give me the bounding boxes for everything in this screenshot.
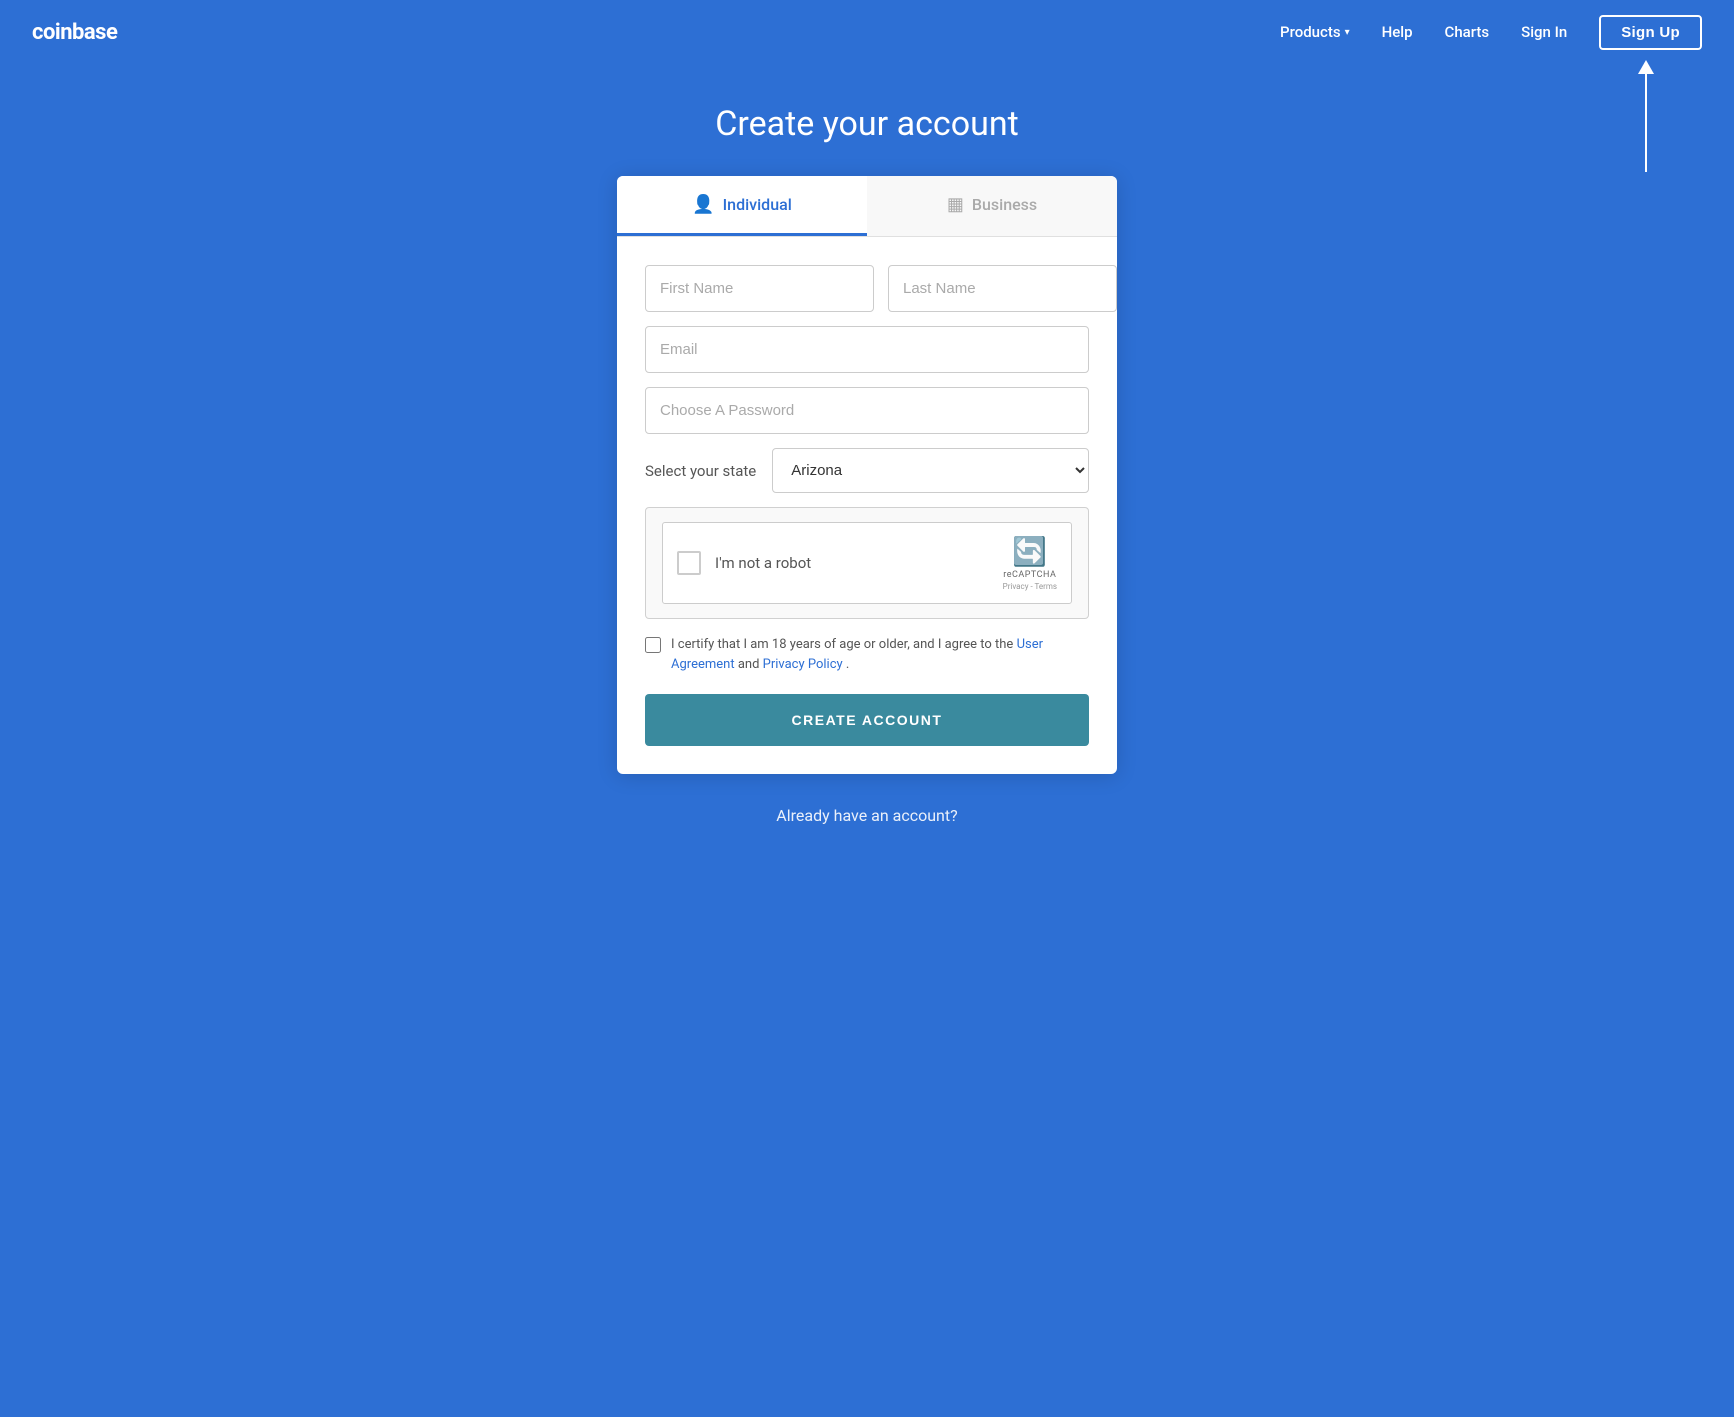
- privacy-policy-link[interactable]: Privacy Policy: [763, 657, 846, 672]
- nav-signin[interactable]: Sign In: [1521, 23, 1567, 41]
- terms-row: I certify that I am 18 years of age or o…: [645, 635, 1089, 674]
- terms-and: and: [738, 657, 760, 672]
- tab-individual[interactable]: 👤 Individual: [617, 176, 867, 236]
- nav-products[interactable]: Products ▾: [1280, 23, 1350, 41]
- captcha-text: I'm not a robot: [715, 554, 811, 572]
- state-select[interactable]: Arizona Alabama Alaska Arkansas Californ…: [772, 448, 1089, 493]
- nav-charts-label: Charts: [1445, 23, 1490, 41]
- nav-help-label: Help: [1382, 23, 1413, 41]
- individual-icon: 👤: [692, 194, 714, 215]
- page-title: Create your account: [715, 104, 1019, 144]
- state-label: Select your state: [645, 462, 756, 480]
- nav-links: Products ▾ Help Charts Sign In Sign Up: [1280, 15, 1702, 50]
- captcha-inner: I'm not a robot 🔄 reCAPTCHA Privacy - Te…: [662, 522, 1072, 604]
- signup-button[interactable]: Sign Up: [1599, 15, 1702, 50]
- password-field[interactable]: [645, 387, 1089, 434]
- nav-help[interactable]: Help: [1382, 23, 1413, 41]
- terms-text: I certify that I am 18 years of age or o…: [671, 635, 1089, 674]
- form-body: Select your state Arizona Alabama Alaska…: [617, 237, 1117, 774]
- nav-signin-label: Sign In: [1521, 23, 1567, 41]
- footer-text: Already have an account?: [776, 806, 957, 825]
- business-icon: ▦: [947, 194, 964, 215]
- captcha-wrapper: I'm not a robot 🔄 reCAPTCHA Privacy - Te…: [645, 507, 1089, 619]
- captcha-checkbox[interactable]: [677, 551, 701, 575]
- terms-text-1: I certify that I am 18 years of age or o…: [671, 637, 1013, 652]
- terms-checkbox[interactable]: [645, 637, 661, 653]
- recaptcha-logo-icon: 🔄: [1012, 535, 1047, 568]
- create-account-button[interactable]: CREATE ACCOUNT: [645, 694, 1089, 746]
- first-name-field[interactable]: [645, 265, 874, 312]
- chevron-down-icon: ▾: [1345, 27, 1350, 38]
- captcha-links: Privacy - Terms: [1003, 582, 1057, 591]
- captcha-right: 🔄 reCAPTCHA Privacy - Terms: [1003, 535, 1057, 591]
- name-row: [645, 265, 1089, 312]
- email-field[interactable]: [645, 326, 1089, 373]
- account-type-tabs: 👤 Individual ▦ Business: [617, 176, 1117, 237]
- tab-individual-label: Individual: [723, 195, 792, 214]
- logo: coinbase: [32, 20, 117, 45]
- nav-products-label: Products: [1280, 23, 1341, 41]
- main-content: Create your account 👤 Individual ▦ Busin…: [0, 64, 1734, 885]
- state-row: Select your state Arizona Alabama Alaska…: [645, 448, 1089, 493]
- captcha-left: I'm not a robot: [677, 551, 811, 575]
- navbar: coinbase Products ▾ Help Charts Sign In …: [0, 0, 1734, 64]
- last-name-field[interactable]: [888, 265, 1117, 312]
- terms-period: .: [846, 657, 849, 672]
- nav-charts[interactable]: Charts: [1445, 23, 1490, 41]
- captcha-brand: reCAPTCHA: [1003, 570, 1056, 580]
- tab-business-label: Business: [972, 195, 1037, 214]
- tab-business[interactable]: ▦ Business: [867, 176, 1117, 236]
- signup-card: 👤 Individual ▦ Business: [617, 176, 1117, 774]
